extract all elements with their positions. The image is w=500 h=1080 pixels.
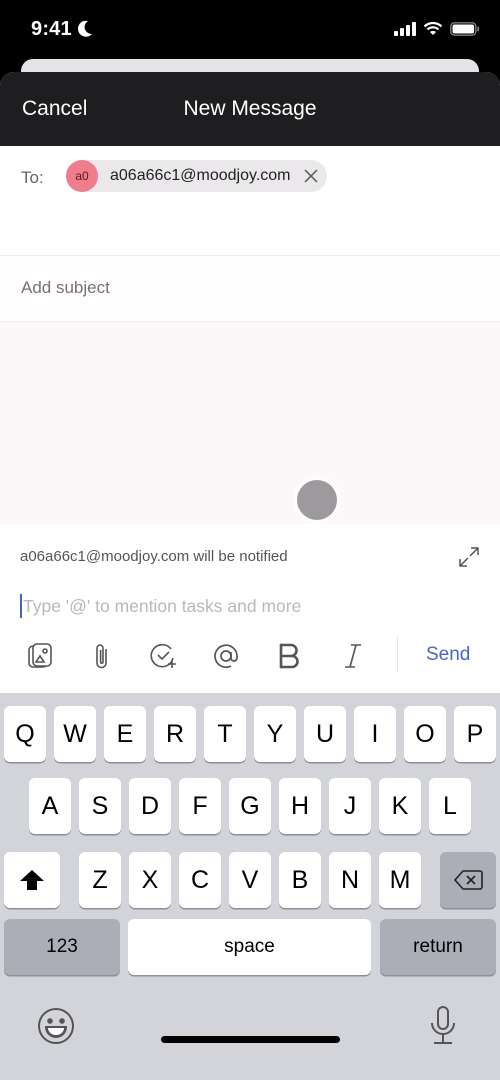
key-w[interactable]: W	[54, 706, 96, 762]
key-t[interactable]: T	[204, 706, 246, 762]
battery-icon	[450, 22, 480, 36]
message-body[interactable]	[0, 322, 500, 524]
emoji-icon[interactable]	[37, 1007, 75, 1045]
recipient-chip[interactable]: a0 a06a66c1@moodjoy.com	[66, 160, 327, 192]
home-indicator	[161, 1036, 340, 1043]
key-y[interactable]: Y	[254, 706, 296, 762]
key-q[interactable]: Q	[4, 706, 46, 762]
task-add-icon[interactable]	[148, 640, 180, 672]
send-button[interactable]: Send	[426, 644, 470, 666]
space-key[interactable]: space	[128, 919, 371, 975]
key-i[interactable]: I	[354, 706, 396, 762]
italic-icon[interactable]	[337, 640, 369, 672]
key-e[interactable]: E	[104, 706, 146, 762]
moon-icon	[77, 20, 92, 37]
backspace-icon	[453, 870, 483, 890]
toolbar-divider	[397, 636, 398, 672]
status-bar: 9:41	[0, 0, 500, 62]
mention-placeholder: Type '@' to mention tasks and more	[23, 595, 302, 616]
shift-key[interactable]	[4, 852, 60, 908]
wifi-icon	[423, 22, 443, 35]
delete-key[interactable]	[440, 852, 496, 908]
recipient-email: a06a66c1@moodjoy.com	[110, 167, 291, 184]
signal-icon	[394, 22, 416, 36]
key-l[interactable]: L	[429, 778, 471, 834]
key-x[interactable]: X	[129, 852, 171, 908]
key-z[interactable]: Z	[79, 852, 121, 908]
status-time: 9:41	[31, 18, 72, 40]
key-j[interactable]: J	[329, 778, 371, 834]
key-h[interactable]: H	[279, 778, 321, 834]
notify-text: a06a66c1@moodjoy.com will be notified	[20, 548, 288, 565]
bold-icon[interactable]	[273, 640, 305, 672]
format-toolbar: Send	[0, 622, 500, 692]
key-f[interactable]: F	[179, 778, 221, 834]
mention-icon[interactable]	[210, 640, 242, 672]
to-label: To:	[21, 168, 44, 187]
key-u[interactable]: U	[304, 706, 346, 762]
status-icons	[394, 22, 480, 36]
key-v[interactable]: V	[229, 852, 271, 908]
key-n[interactable]: N	[329, 852, 371, 908]
keyboard: QWERTYUIOP ASDFGHJKL ZXCVBNM 123 space r…	[0, 693, 500, 1080]
return-key[interactable]: return	[380, 919, 496, 975]
text-caret	[20, 594, 22, 618]
key-m[interactable]: M	[379, 852, 421, 908]
comment-area: a06a66c1@moodjoy.com will be notified Ty…	[0, 524, 500, 622]
key-b[interactable]: B	[279, 852, 321, 908]
subject-input[interactable]	[21, 278, 461, 298]
touch-indicator	[297, 480, 337, 520]
key-g[interactable]: G	[229, 778, 271, 834]
key-o[interactable]: O	[404, 706, 446, 762]
key-c[interactable]: C	[179, 852, 221, 908]
microphone-icon[interactable]	[428, 1005, 458, 1047]
attachment-icon[interactable]	[86, 640, 118, 672]
nav-bar: Cancel New Message	[0, 72, 500, 146]
subject-field[interactable]	[0, 256, 500, 322]
mention-input[interactable]: Type '@' to mention tasks and more	[20, 594, 301, 618]
key-d[interactable]: D	[129, 778, 171, 834]
avatar: a0	[66, 160, 98, 192]
numbers-key[interactable]: 123	[4, 919, 120, 975]
close-icon[interactable]	[303, 168, 319, 184]
key-s[interactable]: S	[79, 778, 121, 834]
page-title: New Message	[183, 97, 317, 120]
key-p[interactable]: P	[454, 706, 496, 762]
to-field[interactable]: To: a0 a06a66c1@moodjoy.com	[0, 146, 500, 256]
key-a[interactable]: A	[29, 778, 71, 834]
expand-icon[interactable]	[458, 546, 480, 568]
photo-icon[interactable]	[24, 640, 56, 672]
shift-icon	[20, 870, 44, 890]
key-k[interactable]: K	[379, 778, 421, 834]
key-r[interactable]: R	[154, 706, 196, 762]
